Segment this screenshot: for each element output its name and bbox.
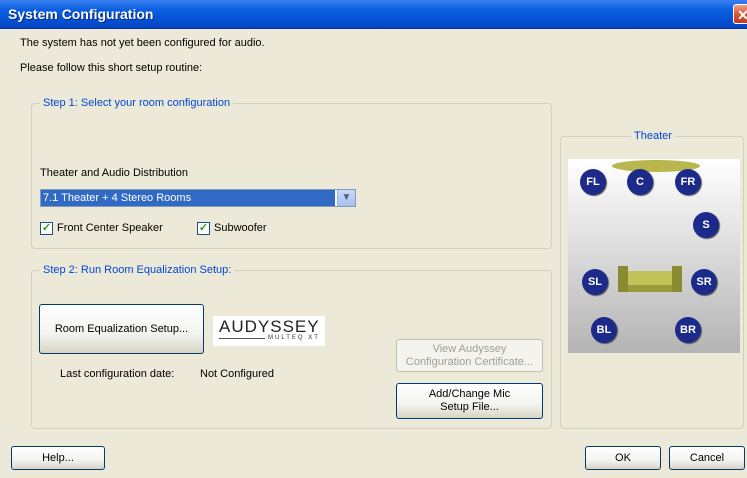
room-eq-setup-button[interactable]: Room Equalization Setup... <box>39 304 204 354</box>
cancel-button[interactable]: Cancel <box>669 446 745 470</box>
audyssey-logo: AUDYSSEY MULTEQ XT <box>213 316 325 346</box>
view-cert-line1: View Audyssey <box>432 342 507 355</box>
ok-label: OK <box>615 452 631 464</box>
help-label: Help... <box>42 452 74 464</box>
title-bar: System Configuration ✕ <box>0 0 747 29</box>
theater-diagram: FL C FR S SL SR BL BR <box>568 159 740 353</box>
cancel-label: Cancel <box>689 452 725 464</box>
ok-button[interactable]: OK <box>585 446 661 470</box>
speaker-fr: FR <box>675 169 701 195</box>
mic-line1: Add/Change Mic <box>428 388 511 400</box>
mic-line2: Setup File... <box>440 401 499 413</box>
view-cert-line2: Configuration Certificate... <box>405 355 534 368</box>
speaker-fl: FL <box>580 169 606 195</box>
speaker-br: BR <box>675 317 701 343</box>
couch-left-arm <box>618 266 628 292</box>
chevron-down-icon[interactable]: ▼ <box>337 190 355 206</box>
couch-right-arm <box>672 266 682 292</box>
speaker-bl: BL <box>591 317 617 343</box>
theater-legend: Theater <box>634 130 672 142</box>
last-config-value: Not Configured <box>200 368 274 380</box>
speaker-sl: SL <box>582 269 608 295</box>
front-center-checkbox[interactable]: ✓ <box>40 222 53 235</box>
last-config-label: Last configuration date: <box>60 368 175 380</box>
speaker-s: S <box>693 212 719 238</box>
distribution-select[interactable]: 7.1 Theater + 4 Stereo Rooms ▼ <box>40 189 356 207</box>
step2-legend: Step 2: Run Room Equalization Setup: <box>43 264 232 276</box>
distribution-value: 7.1 Theater + 4 Stereo Rooms <box>41 190 335 206</box>
audyssey-logo-text: AUDYSSEY <box>219 317 320 336</box>
subwoofer-label: Subwoofer <box>214 222 267 234</box>
close-icon[interactable]: ✕ <box>733 4 747 24</box>
subwoofer-checkbox[interactable]: ✓ <box>197 222 210 235</box>
speaker-sr: SR <box>691 269 717 295</box>
window-title: System Configuration <box>8 6 154 22</box>
audyssey-logo-line <box>219 338 265 339</box>
front-center-label: Front Center Speaker <box>57 222 163 234</box>
couch-seat <box>628 271 672 285</box>
audyssey-logo-sub: MULTEQ XT <box>268 335 320 341</box>
step1-legend: Step 1: Select your room configuration <box>43 97 231 109</box>
add-change-mic-button[interactable]: Add/Change Mic Setup File... <box>396 383 543 419</box>
intro-line-2: Please follow this short setup routine: <box>20 62 203 74</box>
help-button[interactable]: Help... <box>11 446 105 470</box>
distribution-label: Theater and Audio Distribution <box>40 167 188 179</box>
speaker-c: C <box>627 169 653 195</box>
room-eq-setup-label: Room Equalization Setup... <box>54 323 189 335</box>
view-certificate-button[interactable]: View Audyssey Configuration Certificate.… <box>396 339 543 372</box>
intro-line-1: The system has not yet been configured f… <box>20 37 265 49</box>
